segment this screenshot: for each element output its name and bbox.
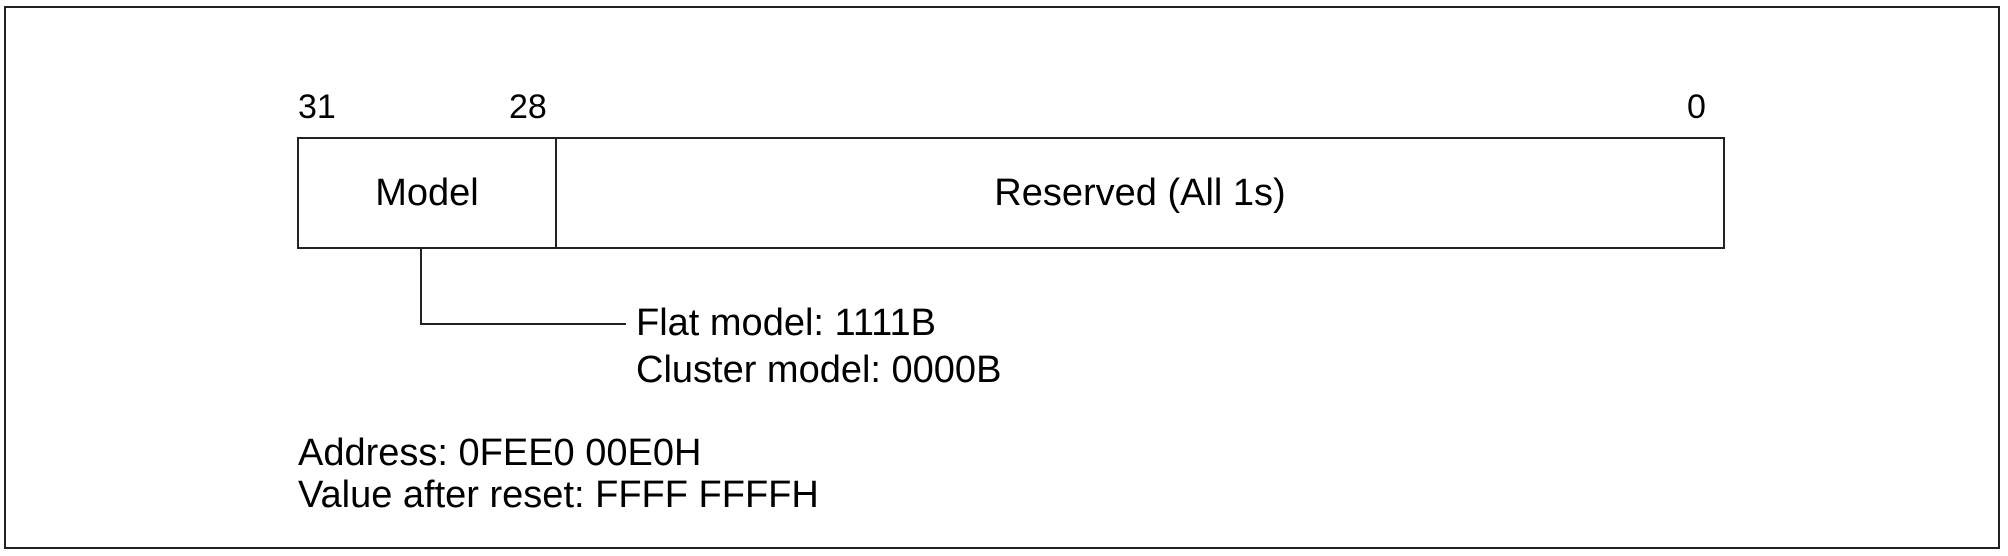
reset-value-text: Value after reset: FFFF FFFFH xyxy=(298,474,819,516)
bit-label-28: 28 xyxy=(509,88,547,126)
register-diagram: Model Reserved (All 1s) xyxy=(297,137,1725,249)
model-connector-line xyxy=(420,249,626,325)
field-model: Model xyxy=(299,139,557,247)
address-text: Address: 0FEE0 00E0H xyxy=(298,432,702,474)
bit-label-0: 0 xyxy=(1687,88,1706,126)
register-info: Address: 0FEE0 00E0H Value after reset: … xyxy=(298,432,819,516)
model-callout: Flat model: 1111B Cluster model: 0000B xyxy=(636,300,1001,394)
field-reserved: Reserved (All 1s) xyxy=(994,171,1286,214)
flat-model-text: Flat model: 1111B xyxy=(636,302,936,344)
cluster-model-text: Cluster model: 0000B xyxy=(636,349,1002,391)
bit-label-31: 31 xyxy=(298,88,336,126)
